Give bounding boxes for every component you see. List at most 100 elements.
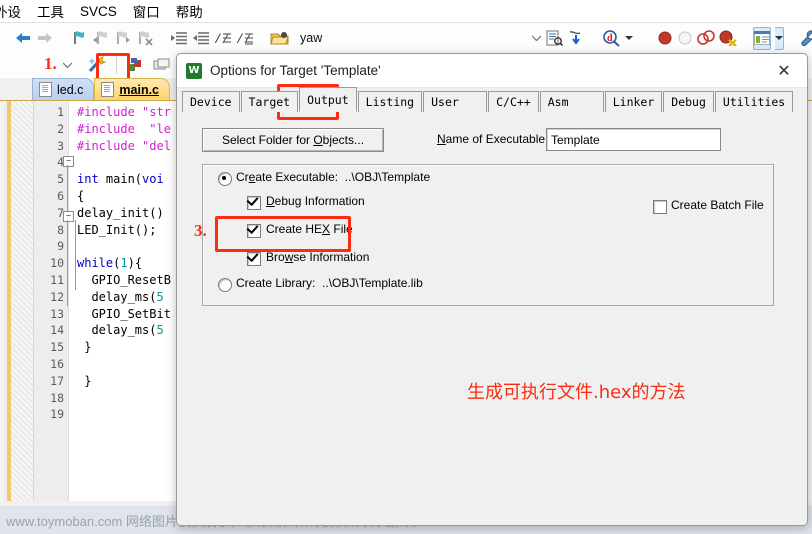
code-line: { (77, 189, 85, 203)
chevron-down-icon[interactable] (625, 27, 634, 49)
line-number: 3 (57, 138, 64, 153)
dialog-title: Options for Target 'Template' (210, 63, 381, 78)
annotation-step-3: 3. (194, 221, 207, 240)
code-line: #include "str (77, 105, 171, 119)
comment-lines-icon[interactable]: // (214, 27, 232, 49)
menu-item-svcs[interactable]: SVCS (80, 4, 117, 19)
chevron-down-icon[interactable] (56, 54, 78, 76)
line-number: 11 (50, 273, 64, 287)
tab-target[interactable]: Target (240, 91, 299, 112)
create-hex-file-label: Create HEX File (266, 222, 353, 236)
code-line: #include "del (77, 138, 171, 153)
line-number: 15 (50, 340, 64, 355)
file-icon (39, 82, 52, 97)
tab-output[interactable]: Output (299, 87, 357, 112)
bookmark-next-icon[interactable] (114, 27, 132, 49)
debug-information-checkbox[interactable] (247, 196, 261, 210)
breakpoints-kill-icon[interactable] (719, 27, 738, 49)
line-number: 6 (57, 189, 64, 203)
fold-line (75, 220, 76, 290)
fold-line (67, 165, 68, 211)
find-magnifier-icon[interactable]: d (601, 27, 621, 49)
chevron-down-icon[interactable] (775, 26, 785, 50)
line-number: 5 (57, 172, 64, 187)
window-layout-icon[interactable] (753, 26, 772, 50)
select-folder-label: Select Folder for Objects... (221, 133, 365, 147)
create-batch-file-label: Create Batch File (671, 198, 764, 212)
dialog-body: Select Folder for Objects... Select Fold… (178, 111, 806, 524)
code-line: int main(voi (77, 172, 164, 187)
line-number: 18 (50, 390, 64, 405)
bookmark-prev-icon[interactable] (92, 27, 110, 49)
line-number: 14 (50, 323, 64, 338)
menu-item-window[interactable]: 窗口 (133, 1, 160, 21)
create-hex-file-checkbox[interactable] (247, 224, 261, 238)
uncomment-lines-icon[interactable]: // (236, 27, 254, 49)
editor-hatch-margin (11, 101, 34, 501)
options-for-target-dialog: W Options for Target 'Template' ✕ Device… (176, 53, 808, 526)
fold-marker[interactable]: − (63, 211, 74, 222)
insert-icon[interactable] (567, 27, 585, 49)
menu-item-tools[interactable]: 工具 (37, 1, 64, 21)
create-library-label: Create Library: ..\OBJ\Template.lib (236, 276, 423, 290)
target-combo[interactable]: yaw (296, 28, 322, 48)
rebuild-icon[interactable] (151, 54, 173, 76)
fold-marker[interactable]: − (63, 156, 74, 167)
code-line: delay_ms(5 (77, 323, 164, 338)
browse-information-label: Browse Information (266, 250, 370, 264)
tab-listing[interactable]: Listing (357, 91, 423, 112)
code-line: delay_ms(5 (77, 289, 164, 304)
back-arrow-icon[interactable] (14, 27, 32, 49)
browse-information-checkbox[interactable] (247, 252, 261, 266)
breakpoint-disable-icon[interactable] (677, 27, 693, 49)
menu-item-help[interactable]: 帮助 (176, 1, 203, 21)
indent-icon[interactable] (170, 27, 188, 49)
tab-asm[interactable]: Asm (539, 91, 604, 112)
breakpoint-icon[interactable] (657, 27, 673, 49)
create-executable-radio[interactable] (218, 172, 232, 186)
tab-c-cpp[interactable]: C/C++ (488, 91, 539, 112)
line-number: 13 (50, 306, 64, 321)
menu-bar: 外设 工具 SVCS 窗口 帮助 (0, 0, 812, 22)
toolbar-separator (116, 56, 117, 74)
tab-user[interactable]: User (423, 91, 488, 112)
bookmark-clear-icon[interactable] (136, 27, 154, 49)
select-folder-for-objects-button[interactable]: Select Folder for Objects... (202, 128, 384, 152)
dialog-title-bar: W Options for Target 'Template' ✕ (177, 54, 807, 88)
tab-linker[interactable]: Linker (604, 91, 663, 112)
dialog-tab-strip: Device Target Output Listing User C/C++ … (178, 87, 807, 112)
tab-debug[interactable]: Debug (663, 91, 714, 112)
file-tab-led-c[interactable]: led.c (32, 78, 95, 100)
tab-device[interactable]: Device (182, 91, 240, 112)
fold-line (67, 220, 68, 306)
name-of-executable-input[interactable]: Template (546, 128, 721, 151)
bookmark-icon[interactable] (70, 27, 88, 49)
menu-item-peripherals[interactable]: 外设 (0, 1, 21, 21)
line-number: 9 (57, 239, 64, 254)
annotation-step-1: 1. (44, 54, 57, 73)
chevron-down-icon[interactable] (532, 27, 542, 49)
code-line: } (77, 340, 92, 355)
close-icon[interactable]: ✕ (767, 56, 801, 86)
line-number: 12 (50, 289, 64, 304)
magic-wand-target-options-icon[interactable] (86, 54, 108, 76)
annotation-note: 生成可执行文件.hex的方法 (467, 382, 686, 403)
line-number: 19 (50, 407, 64, 422)
tab-utilities[interactable]: Utilities (714, 91, 794, 112)
build-icon[interactable] (125, 54, 147, 76)
name-of-executable-value: Template (551, 132, 600, 147)
breakpoints-all-icon[interactable] (697, 27, 716, 49)
file-tab-main-c[interactable]: main.c (94, 78, 171, 100)
outdent-icon[interactable] (192, 27, 210, 49)
wrench-icon[interactable] (800, 27, 812, 49)
open-file-icon[interactable] (270, 27, 290, 49)
target-combo-value: yaw (300, 31, 323, 45)
find-in-files-icon[interactable] (545, 27, 564, 49)
line-number: 2 (57, 121, 64, 136)
forward-arrow-icon[interactable] (36, 27, 54, 49)
create-library-radio[interactable] (218, 278, 232, 292)
create-batch-file-checkbox[interactable] (653, 200, 667, 214)
debug-information-label: Debug Information (266, 194, 365, 208)
name-of-executable-label: Name of Executable: (437, 132, 549, 146)
keil-uvision-icon: W (186, 62, 202, 79)
